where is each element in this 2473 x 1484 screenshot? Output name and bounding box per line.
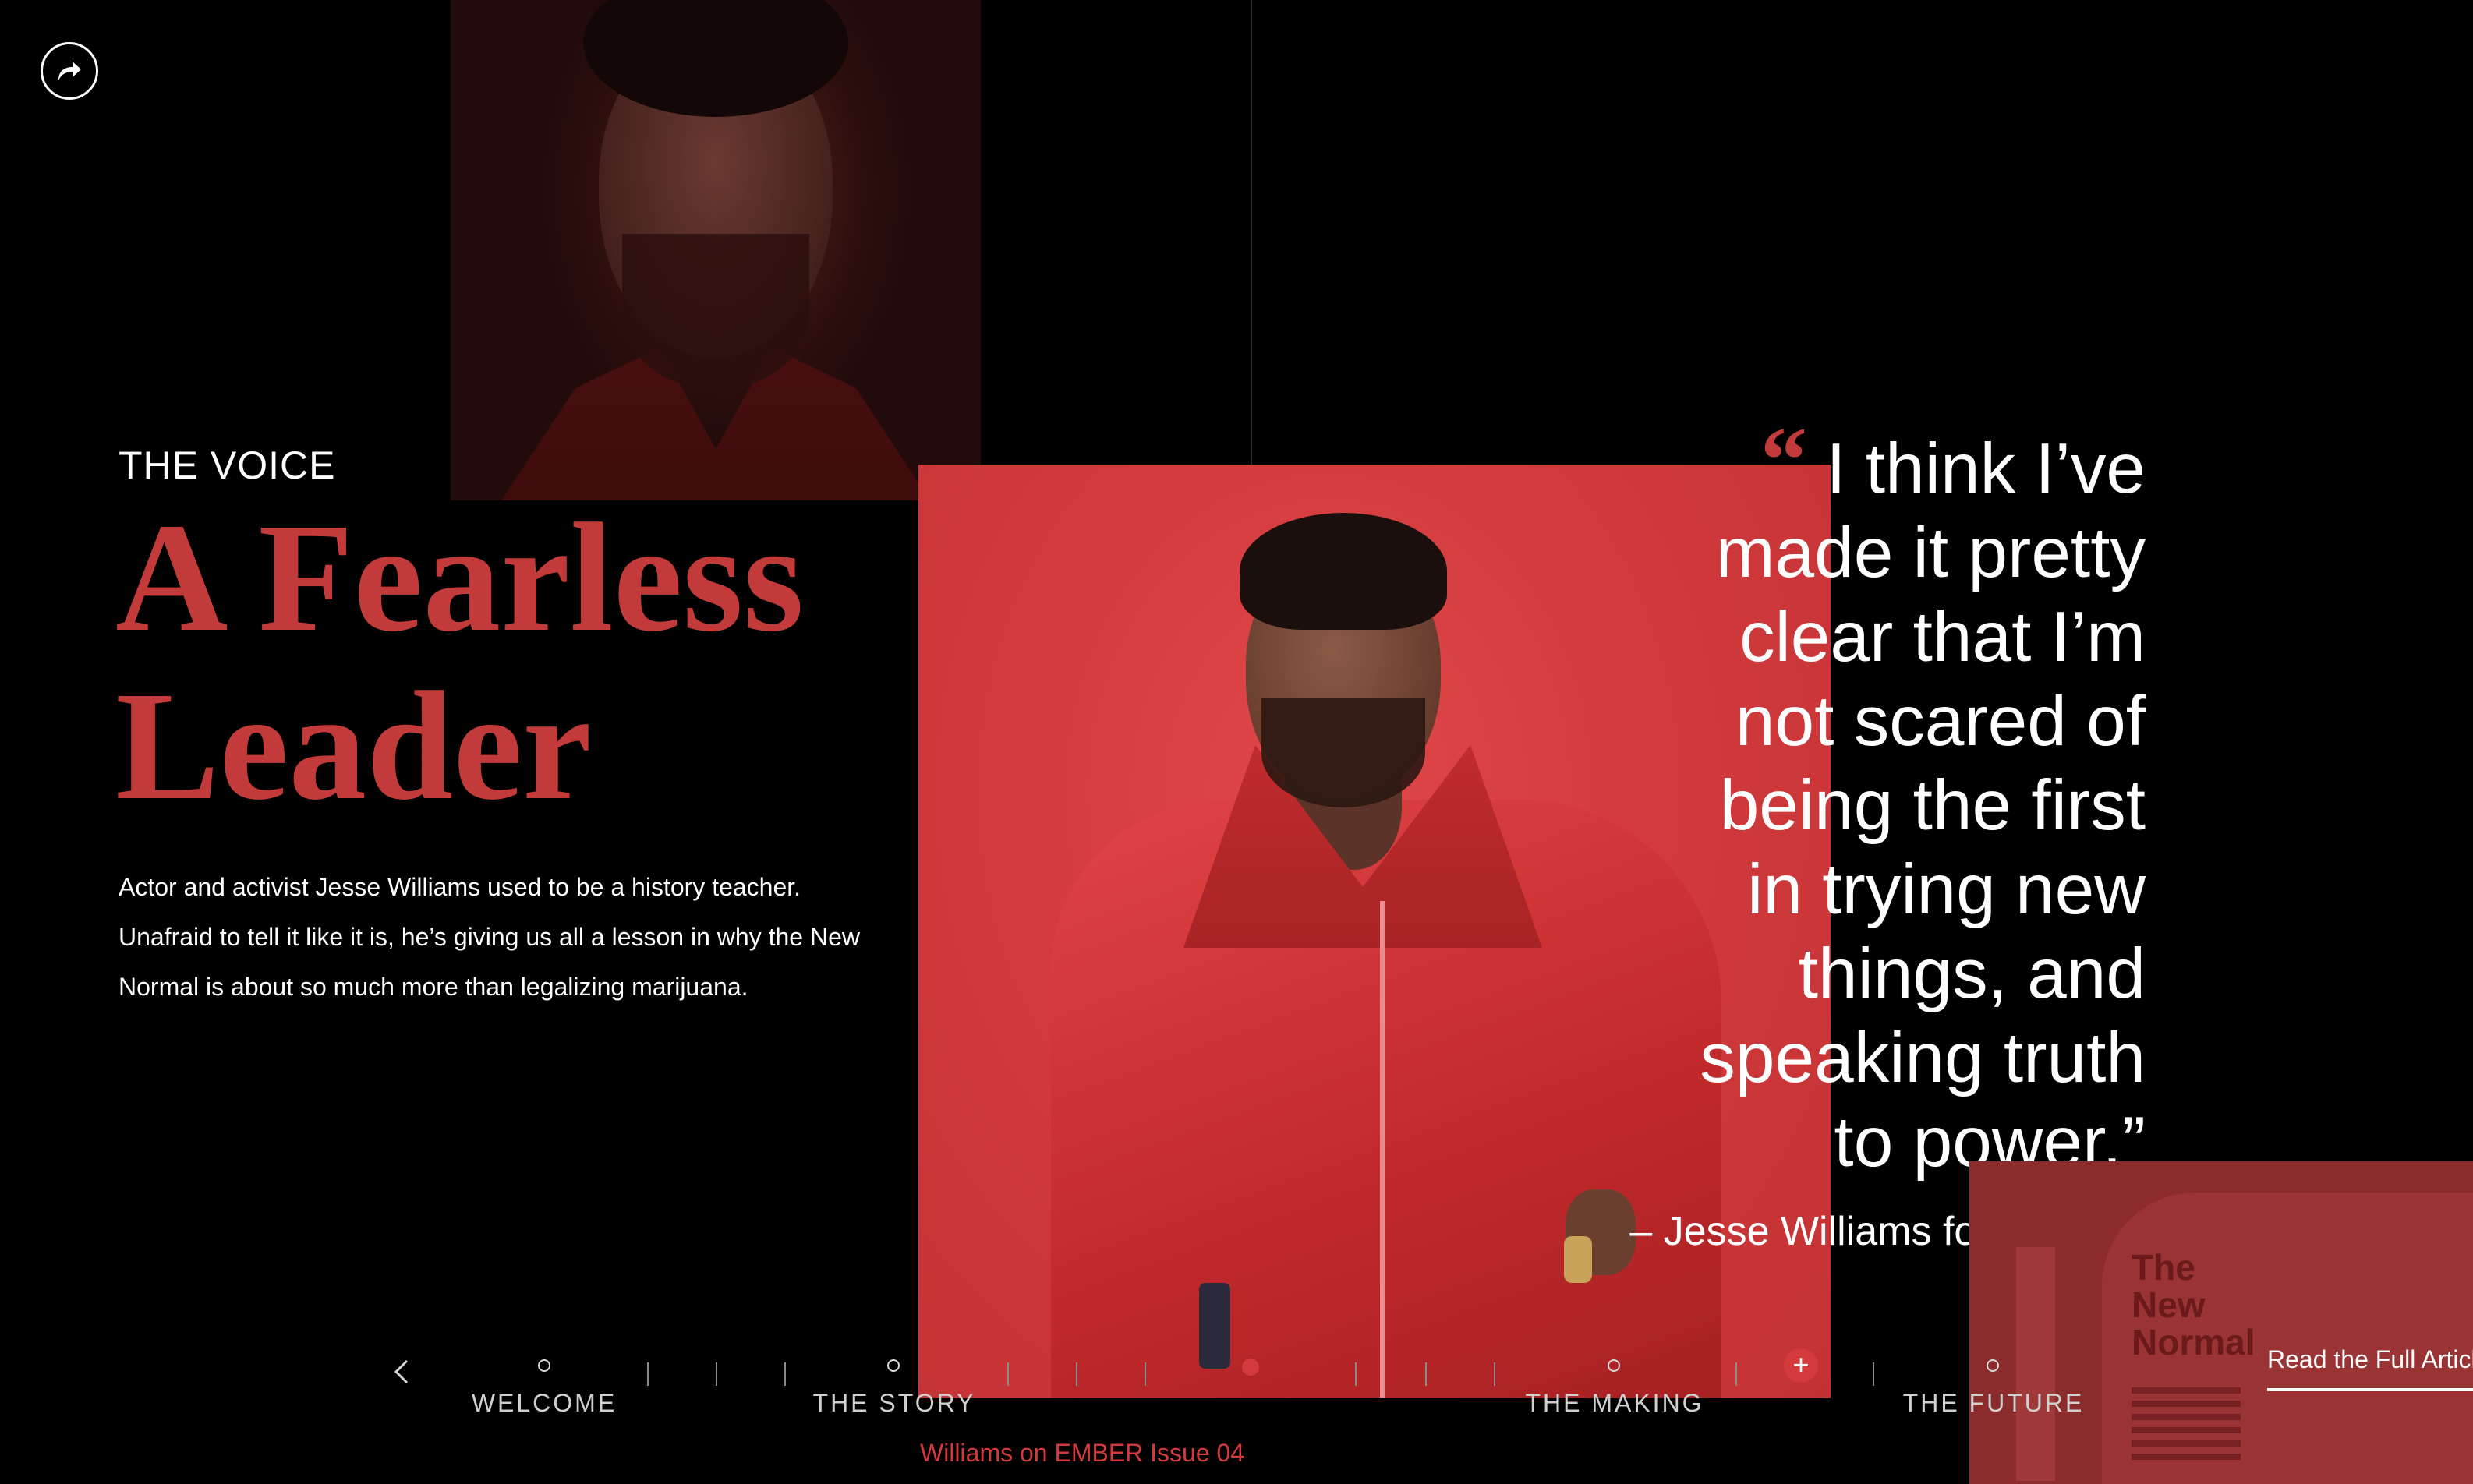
section-kicker: THE VOICE	[119, 443, 336, 487]
magazine-title: The New Normal	[2132, 1249, 2255, 1361]
nav-node-making[interactable]	[1608, 1359, 1620, 1372]
divider-line	[1251, 0, 1252, 468]
quote-line: not scared of	[1735, 682, 2146, 761]
portrait-photo-dark	[451, 0, 981, 500]
page-title: A Fearless Leader	[115, 494, 926, 831]
magazine-title-line: New	[2132, 1284, 2206, 1325]
magazine-title-line: The	[2132, 1247, 2195, 1288]
issue-label: Williams on EMBER Issue 04	[920, 1439, 1245, 1467]
nav-label-story[interactable]: THE STORY	[813, 1389, 976, 1418]
nav-node-story[interactable]	[887, 1359, 900, 1372]
timeline-tick	[647, 1362, 649, 1386]
pull-quote: I think I’ve made it pretty clear that I…	[1606, 427, 2146, 1185]
quote-line: clear that I’m	[1739, 598, 2146, 677]
quote-line: made it pretty	[1715, 514, 2146, 592]
intro-line: Unafraid to tell it like it is, he’s giv…	[119, 923, 860, 951]
share-button[interactable]	[41, 42, 98, 100]
nav-label-future[interactable]: THE FUTURE	[1903, 1389, 2085, 1418]
timeline-tick	[1425, 1362, 1427, 1386]
timeline-tick	[1735, 1362, 1737, 1386]
plus-icon[interactable]: +	[1784, 1348, 1818, 1383]
nav-label-making[interactable]: THE MAKING	[1525, 1389, 1704, 1418]
timeline-tick	[784, 1362, 786, 1386]
intro-line: Normal is about so much more than legali…	[119, 973, 748, 1001]
nav-node-current[interactable]	[1242, 1359, 1259, 1376]
quote-line: things, and	[1798, 935, 2146, 1013]
magazine-cover-card[interactable]: The New Normal	[1969, 1161, 2473, 1484]
prev-button[interactable]	[387, 1356, 418, 1387]
timeline-tick	[1007, 1362, 1009, 1386]
quote-line: I think I’ve	[1826, 429, 2146, 508]
timeline-tick	[1873, 1362, 1874, 1386]
timeline-tick	[1145, 1362, 1146, 1386]
timeline-tick	[1494, 1362, 1495, 1386]
timeline-tick	[716, 1362, 717, 1386]
nav-node-welcome[interactable]	[538, 1359, 550, 1372]
chevron-left-icon	[394, 1359, 409, 1384]
quote-line: in trying new	[1747, 850, 2146, 929]
read-full-article-link[interactable]: Read the Full Article	[2267, 1345, 2473, 1391]
magazine-text-lines	[2132, 1387, 2241, 1467]
headline-line: A Fearless	[115, 492, 805, 664]
magazine-title-line: Normal	[2132, 1322, 2255, 1362]
timeline-tick	[1076, 1362, 1077, 1386]
intro-line: Actor and activist Jesse Williams used t…	[119, 873, 801, 901]
headline-line: Leader	[115, 660, 592, 832]
nav-node-future[interactable]	[1987, 1359, 1999, 1372]
quote-line: being the first	[1719, 766, 2146, 845]
quote-line: speaking truth	[1700, 1019, 2146, 1097]
intro-paragraph: Actor and activist Jesse Williams used t…	[119, 862, 883, 1012]
nav-label-welcome[interactable]: WELCOME	[472, 1389, 617, 1418]
timeline-tick	[1355, 1362, 1357, 1386]
share-arrow-icon	[58, 62, 81, 80]
